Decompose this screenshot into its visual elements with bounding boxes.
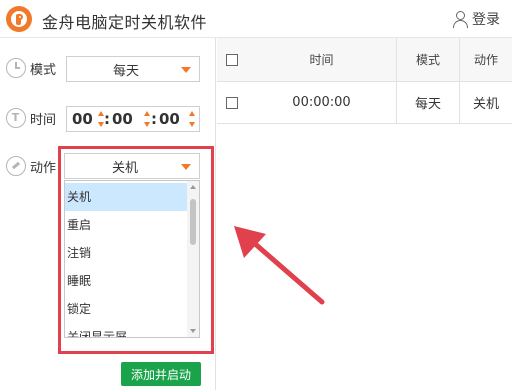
scroll-thumb[interactable] [190,199,196,245]
action-row: 动作 [6,156,56,176]
dropdown-option-shutdown[interactable]: 关机 [65,183,187,211]
app-title: 金舟电脑定时关机软件 [42,13,208,32]
mode-row: 模式 [6,58,56,78]
hours-field[interactable]: 00 [72,110,93,128]
mode-label: 模式 [30,62,57,78]
chevron-down-icon [181,67,191,73]
table-header: 时间 模式 动作 [217,38,512,82]
time-icon [6,108,26,128]
time-separator: : [104,110,110,128]
dropdown-option-display-off[interactable]: 关闭显示屏 [65,323,187,337]
login-label: 登录 [472,12,500,28]
row-checkbox[interactable] [226,96,238,109]
row-time: 00:00:00 [247,82,397,123]
dropdown-option-restart[interactable]: 重启 [65,211,187,239]
login-button[interactable]: 登录 [452,9,500,29]
row-mode: 每天 [397,82,460,123]
time-label: 时间 [30,112,57,128]
select-all-cell [217,38,247,81]
add-and-start-button[interactable]: 添加并启动 [121,362,201,386]
dropdown-option-logoff[interactable]: 注销 [65,239,187,267]
clock-icon [6,58,26,78]
minutes-field[interactable]: 00 [112,110,133,128]
action-dropdown-list[interactable]: 关机 重启 注销 睡眠 锁定 关闭显示屏 [64,180,200,338]
user-icon [452,11,468,28]
action-label: 动作 [30,160,57,176]
time-input[interactable]: 00 : 00 : 00 [66,106,200,132]
annotation-arrow-icon [234,226,325,305]
column-header-time: 时间 [247,38,397,81]
app-logo-icon [6,6,32,32]
time-separator: : [151,110,157,128]
scroll-up-icon[interactable] [190,185,196,189]
column-header-action: 动作 [473,53,498,67]
seconds-stepper[interactable] [189,111,197,129]
row-action: 关机 [472,97,499,112]
wrench-icon [6,156,26,176]
table-row[interactable]: 00:00:00 每天 关机 [217,82,512,124]
mode-select-value: 每天 [112,63,139,79]
dropdown-option-sleep[interactable]: 睡眠 [65,267,187,295]
seconds-field[interactable]: 00 [159,110,180,128]
time-row: 时间 [6,108,56,128]
dropdown-scrollbar[interactable] [187,181,199,337]
dropdown-option-lock[interactable]: 锁定 [65,295,187,323]
title-bar: 金舟电脑定时关机软件 登录 [0,0,512,38]
mode-select[interactable]: 每天 [66,56,200,82]
select-all-checkbox[interactable] [226,53,238,66]
column-header-mode: 模式 [397,38,460,81]
scroll-down-icon[interactable] [190,329,196,333]
row-checkbox-cell [217,82,247,123]
